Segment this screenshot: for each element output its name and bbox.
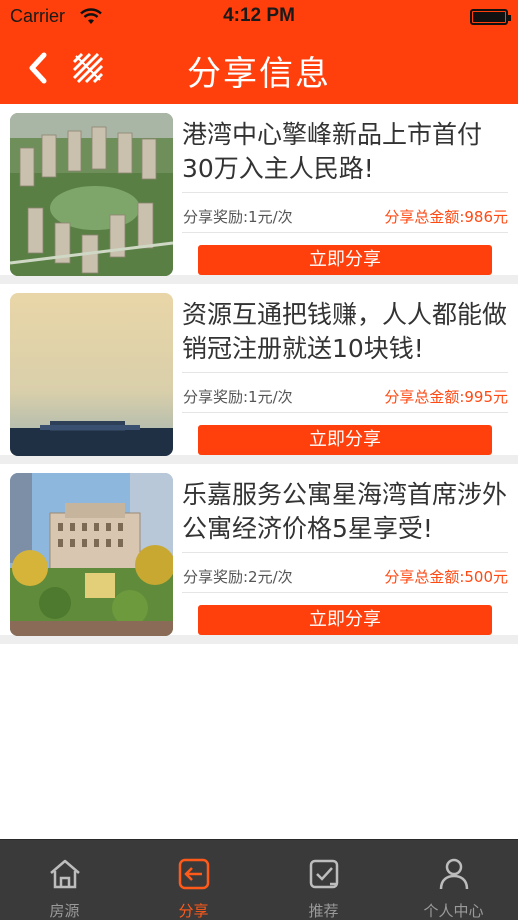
divider [182, 412, 508, 413]
list-item[interactable]: 乐嘉服务公寓星海湾首席涉外公寓经济价格5星享受! 分享奖励:2元/次 分享总金额… [0, 464, 518, 644]
tab-profile[interactable]: 个人中心 [389, 840, 518, 921]
listing-thumbnail[interactable] [10, 293, 173, 456]
battery-icon [470, 9, 511, 25]
listing-title[interactable]: 乐嘉服务公寓星海湾首席涉外公寓经济价格5星享受! [182, 478, 508, 546]
divider [182, 232, 508, 233]
listing-title[interactable]: 港湾中心擎峰新品上市首付30万入主人民路! [182, 118, 508, 186]
divider [182, 372, 508, 373]
tab-label: 房源 [49, 902, 80, 920]
listing-thumbnail[interactable] [10, 113, 173, 276]
listing-title[interactable]: 资源互通把钱赚，人人都能做销冠注册就送10块钱! [182, 298, 508, 366]
share-now-button[interactable]: 立即分享 [198, 425, 492, 455]
divider [182, 192, 508, 193]
share-reward: 分享奖励:2元/次 [183, 568, 293, 586]
share-reward: 分享奖励:1元/次 [183, 388, 293, 406]
divider [182, 552, 508, 553]
tab-share[interactable]: 分享 [129, 840, 258, 921]
clock: 4:12 PM [223, 5, 295, 26]
tab-label: 个人中心 [423, 902, 484, 920]
share-now-button[interactable]: 立即分享 [198, 245, 492, 275]
share-total-amount: 分享总金额:986元 [384, 208, 508, 226]
tab-houses[interactable]: 房源 [0, 840, 129, 921]
share-reward: 分享奖励:1元/次 [183, 208, 293, 226]
person-icon [439, 858, 469, 890]
share-list: 港湾中心擎峰新品上市首付30万入主人民路! 分享奖励:1元/次 分享总金额:98… [0, 104, 518, 644]
tab-recommend[interactable]: 推荐 [259, 840, 388, 921]
status-bar: Carrier 4:12 PM [0, 0, 518, 34]
share-icon [178, 858, 210, 890]
page-title: 分享信息 [187, 54, 331, 94]
listing-thumbnail[interactable] [10, 473, 173, 636]
navigation-bar: 分享信息 [0, 34, 518, 104]
list-item[interactable]: 港湾中心擎峰新品上市首付30万入主人民路! 分享奖励:1元/次 分享总金额:98… [0, 104, 518, 284]
tab-label: 分享 [178, 902, 209, 920]
share-total-amount: 分享总金额:995元 [384, 388, 508, 406]
share-now-button[interactable]: 立即分享 [198, 605, 492, 635]
divider [182, 592, 508, 593]
tab-bar: 房源 分享 推荐 个人中心 [0, 839, 518, 920]
list-item[interactable]: 资源互通把钱赚，人人都能做销冠注册就送10块钱! 分享奖励:1元/次 分享总金额… [0, 284, 518, 464]
house-icon [50, 859, 80, 889]
check-icon [309, 859, 339, 889]
share-total-amount: 分享总金额:500元 [384, 568, 508, 586]
tab-label: 推荐 [308, 902, 339, 920]
